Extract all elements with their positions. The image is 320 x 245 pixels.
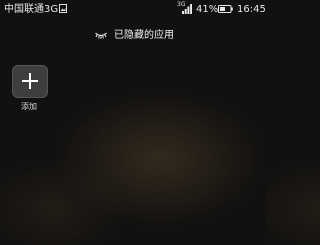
add-app-button[interactable]: 添加 — [12, 65, 48, 115]
page-title: 已隐藏的应用 — [114, 30, 174, 41]
eye-closed-icon — [95, 32, 107, 39]
hidden-apps-header: 已隐藏的应用 — [0, 28, 266, 46]
signal-icon — [182, 4, 192, 14]
status-bar: 中国联通3G 3G 41% 16:45 — [0, 0, 266, 20]
battery-icon — [218, 5, 233, 13]
battery-percent: 41% — [196, 4, 219, 15]
add-app-label: 添加 — [21, 102, 37, 111]
plus-icon — [22, 73, 38, 89]
carrier-name: 中国联通3G — [4, 4, 59, 15]
image-notification-icon — [59, 4, 67, 13]
add-app-icon-tile[interactable] — [12, 65, 48, 98]
clock: 16:45 — [237, 4, 266, 15]
